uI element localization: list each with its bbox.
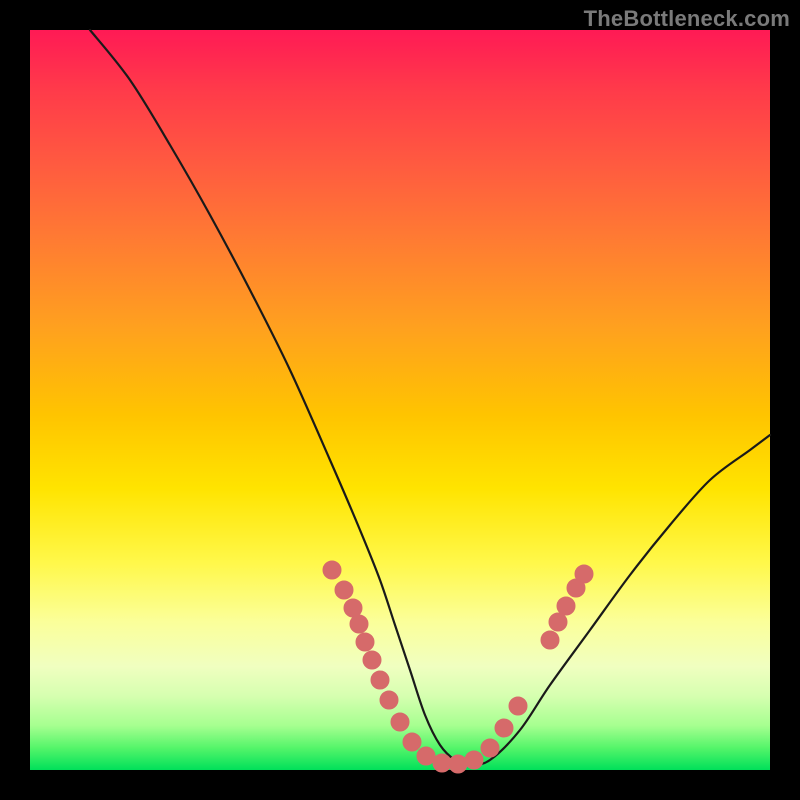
curve-marker <box>344 599 362 617</box>
watermark-text: TheBottleneck.com <box>584 6 790 32</box>
curve-marker <box>335 581 353 599</box>
curve-marker <box>350 615 368 633</box>
bottleneck-curve <box>90 30 770 765</box>
curve-marker <box>557 597 575 615</box>
curve-layer <box>30 30 770 770</box>
chart-stage: TheBottleneck.com <box>0 0 800 800</box>
curve-marker <box>495 719 513 737</box>
curve-marker <box>371 671 389 689</box>
curve-marker <box>417 747 435 765</box>
plot-area <box>30 30 770 770</box>
curve-marker <box>481 739 499 757</box>
curve-marker <box>465 751 483 769</box>
curve-marker <box>509 697 527 715</box>
curve-marker <box>363 651 381 669</box>
curve-marker <box>403 733 421 751</box>
curve-marker <box>549 613 567 631</box>
curve-marker <box>433 754 451 772</box>
curve-marker <box>391 713 409 731</box>
curve-marker <box>541 631 559 649</box>
curve-marker <box>575 565 593 583</box>
curve-marker <box>356 633 374 651</box>
curve-marker <box>449 755 467 773</box>
curve-marker <box>323 561 341 579</box>
curve-marker <box>380 691 398 709</box>
curve-markers <box>323 561 593 773</box>
